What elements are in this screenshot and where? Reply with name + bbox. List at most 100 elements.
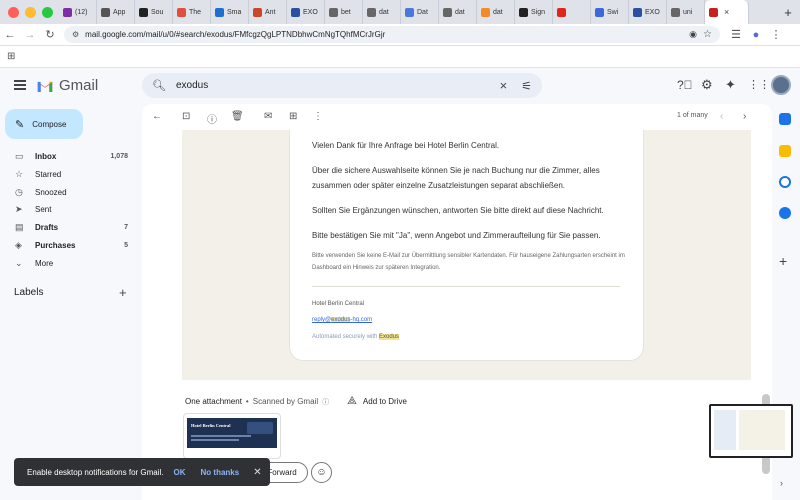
tab-favicon-icon — [139, 7, 148, 17]
tab-favicon-icon — [291, 7, 300, 17]
zoom-window-button[interactable] — [42, 6, 53, 18]
window-preview-thumbnail[interactable] — [709, 404, 793, 458]
add-to-drive-button[interactable]: ⟁ Add to Drive — [347, 395, 407, 408]
back-to-list-icon[interactable]: ← — [152, 111, 162, 122]
browser-tab[interactable]: Sign — [515, 0, 553, 24]
add-addon-icon[interactable]: + — [779, 253, 787, 269]
browser-tab[interactable]: The — [173, 0, 211, 24]
new-tab-button[interactable]: + — [776, 5, 800, 20]
notification-toast: Enable desktop notifications for Gmail. … — [14, 458, 270, 486]
info-icon[interactable]: ⓘ — [322, 397, 329, 407]
inbox-icon: ▭ — [15, 151, 24, 161]
gmail-logo[interactable]: Gmail — [36, 77, 98, 94]
sidebar-item-purchases[interactable]: ◈ Purchases 5 — [0, 237, 138, 254]
account-avatar[interactable] — [771, 75, 791, 95]
sidebar-item-inbox[interactable]: ▭ Inbox 1,078 — [0, 148, 138, 165]
emoji-reaction-button[interactable]: ☺ — [311, 462, 332, 483]
move-to-icon[interactable]: ⊞ — [289, 111, 297, 122]
prev-message-icon[interactable]: ‹ — [720, 111, 723, 122]
search-input[interactable]: exodus — [176, 80, 500, 91]
clear-search-icon[interactable]: × — [500, 78, 508, 93]
labels-heading: Labels — [14, 287, 44, 298]
browser-tab[interactable]: Sou — [135, 0, 173, 24]
browser-tab[interactable] — [553, 0, 591, 24]
keep-icon[interactable] — [779, 145, 791, 157]
signature-email-link[interactable]: reply@exodus-hq.com — [312, 314, 630, 326]
automated-prefix: Automated securely with — [312, 334, 380, 340]
browser-tab[interactable]: Swi — [591, 0, 629, 24]
calendar-icon[interactable] — [779, 113, 791, 125]
delete-icon[interactable]: 🗑︎ — [231, 111, 244, 122]
browser-tab[interactable]: Ant — [249, 0, 287, 24]
browser-tab[interactable]: Sma — [211, 0, 249, 24]
close-tab-icon[interactable]: × — [724, 7, 729, 17]
sidebar-item-label: Purchases — [35, 241, 76, 250]
sidebar-item-count: 5 — [124, 242, 128, 249]
divider — [312, 286, 620, 287]
tasks-icon[interactable] — [779, 176, 791, 188]
expand-panel-icon[interactable]: › — [780, 478, 783, 488]
search-options-icon[interactable]: ⚟ — [521, 79, 532, 93]
signature-name: Hotel Berlin Central — [312, 301, 365, 307]
tab-label: Sou — [151, 8, 164, 16]
toast-ok-button[interactable]: OK — [174, 468, 186, 477]
email-highlight: exodus — [331, 317, 351, 323]
browser-tab[interactable]: × — [705, 0, 749, 24]
toast-no-thanks-button[interactable]: No thanks — [201, 468, 240, 477]
browser-tab[interactable]: dat — [477, 0, 515, 24]
forward-icon[interactable]: → — [20, 29, 40, 41]
add-label-button[interactable]: + — [119, 285, 127, 300]
sidebar-item-label: Drafts — [35, 223, 59, 233]
browser-tab[interactable]: uni — [667, 0, 705, 24]
tab-favicon-icon — [367, 7, 376, 17]
next-message-icon[interactable]: › — [743, 111, 746, 122]
search-bar[interactable]: 🔍︎ exodus × ⚟ — [142, 73, 542, 98]
site-info-icon[interactable]: ⚙ — [72, 30, 79, 39]
minimize-window-button[interactable] — [25, 6, 36, 18]
extensions-icon[interactable]: ☰ — [726, 28, 746, 41]
contacts-icon[interactable] — [779, 207, 791, 219]
browser-tab[interactable]: dat — [439, 0, 477, 24]
attachment-count: One attachment — [185, 397, 242, 406]
archive-icon[interactable]: ⊡ — [182, 111, 190, 122]
main-menu-icon[interactable] — [14, 80, 26, 90]
browser-menu-icon[interactable]: ⋮ — [766, 28, 786, 41]
google-apps-icon[interactable]: ⋮⋮ — [748, 78, 770, 91]
window-controls — [8, 6, 53, 18]
report-spam-icon[interactable]: ⓘ — [207, 111, 217, 126]
preview-box — [247, 422, 273, 434]
sidebar-item-sent[interactable]: ➤ Sent — [0, 201, 138, 218]
browser-tab[interactable]: Dat — [401, 0, 439, 24]
sidebar-item-count: 1,078 — [110, 153, 128, 160]
reload-icon[interactable]: ↻ — [40, 28, 60, 41]
browser-tab[interactable]: dat — [363, 0, 401, 24]
browser-tab[interactable]: (12) — [59, 0, 97, 24]
sidebar-item-drafts[interactable]: ▤ Drafts 7 — [0, 219, 138, 236]
browser-tab[interactable]: bet — [325, 0, 363, 24]
mark-unread-icon[interactable]: ✉ — [264, 111, 272, 122]
browser-tab[interactable]: EXO — [287, 0, 325, 24]
sidebar-item-label: More — [35, 258, 54, 268]
url-field[interactable]: ⚙ mail.google.com/mail/u/0/#search/exodu… — [64, 26, 720, 43]
settings-gear-icon[interactable]: ⚙ — [701, 77, 713, 93]
eye-icon[interactable]: ◉ — [689, 29, 697, 40]
pager-text: 1 of many — [677, 112, 708, 119]
body-paragraph-1: Vielen Dank für Ihre Anfrage bei Hotel B… — [312, 141, 500, 150]
compose-button[interactable]: ✎ Compose — [5, 109, 83, 139]
sidebar-item-snoozed[interactable]: ◷ Snoozed — [0, 184, 138, 201]
gemini-sparkle-icon[interactable]: ✦ — [725, 77, 736, 93]
help-icon[interactable]: ?⃝ — [677, 78, 693, 92]
sidebar-item-starred[interactable]: ☆ Starred — [0, 166, 138, 183]
bookmark-star-icon[interactable]: ☆ — [703, 29, 712, 40]
profile-avatar-icon[interactable]: ● — [746, 29, 766, 41]
toast-close-icon[interactable]: ✕ — [253, 467, 261, 478]
more-options-icon[interactable]: ⋮ — [313, 111, 323, 122]
close-window-button[interactable] — [8, 6, 19, 18]
bookmarks-bar: ⊞ — [0, 46, 800, 68]
back-icon[interactable]: ← — [0, 29, 20, 41]
sidebar-item-more[interactable]: ⌄ More — [0, 255, 138, 272]
browser-tab[interactable]: EXO — [629, 0, 667, 24]
search-icon[interactable]: 🔍︎ — [152, 79, 166, 92]
apps-grid-icon[interactable]: ⊞ — [7, 51, 15, 62]
browser-tab[interactable]: App — [97, 0, 135, 24]
